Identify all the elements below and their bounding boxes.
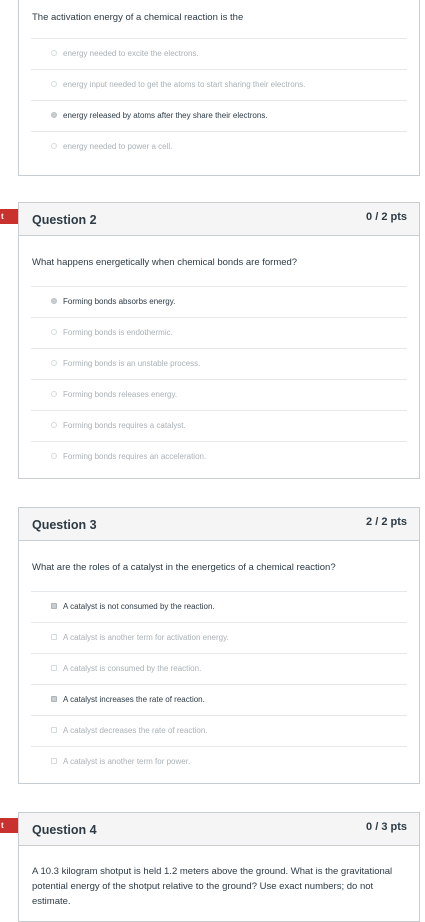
question-text: The activation energy of a chemical reac… [32, 12, 244, 23]
answer-label: Forming bonds requires a catalyst. [63, 421, 186, 430]
radio-button[interactable] [51, 81, 57, 87]
checkbox-checked[interactable] [51, 696, 57, 702]
question-points: 0 / 2 pts [366, 211, 407, 223]
answer-label: A catalyst is consumed by the reaction. [63, 664, 202, 673]
answer-label: A catalyst is another term for power. [63, 757, 191, 766]
radio-button[interactable] [51, 391, 57, 397]
radio-button[interactable] [51, 50, 57, 56]
answer-option[interactable]: A catalyst decreases the rate of reactio… [31, 715, 407, 746]
answer-option[interactable]: energy input needed to get the atoms to … [31, 69, 407, 100]
radio-button[interactable] [51, 453, 57, 459]
answer-label: energy needed to excite the electrons. [63, 49, 199, 58]
answer-label: Forming bonds releases energy. [63, 390, 178, 399]
answer-option[interactable]: energy released by atoms after they shar… [31, 100, 407, 131]
answer-option[interactable]: Forming bonds requires a catalyst. [31, 410, 407, 441]
radio-button[interactable] [51, 422, 57, 428]
radio-button-selected[interactable] [51, 298, 57, 304]
answer-option[interactable]: A catalyst increases the rate of reactio… [31, 684, 407, 715]
answer-label: A catalyst is not consumed by the reacti… [63, 602, 215, 611]
incorrect-flag: t [0, 209, 26, 224]
answer-label: A catalyst is another term for activatio… [63, 633, 229, 642]
checkbox[interactable] [51, 727, 57, 733]
checkbox[interactable] [51, 634, 57, 640]
answer-option[interactable]: A catalyst is another term for activatio… [31, 622, 407, 653]
answer-option[interactable]: Forming bonds is an unstable process. [31, 348, 407, 379]
question-text: What happens energetically when chemical… [32, 257, 298, 268]
answer-list: Forming bonds absorbs energy. Forming bo… [31, 286, 407, 472]
radio-button-selected[interactable] [51, 112, 57, 118]
answer-label: energy input needed to get the atoms to … [63, 80, 306, 89]
checkbox[interactable] [51, 665, 57, 671]
answer-option[interactable]: Forming bonds releases energy. [31, 379, 407, 410]
radio-button[interactable] [51, 360, 57, 366]
question-header: Question 2 0 / 2 pts [19, 203, 419, 236]
answer-option[interactable]: Forming bonds is endothermic. [31, 317, 407, 348]
question-text: A 10.3 kilogram shotput is held 1.2 mete… [32, 866, 393, 907]
answer-label: Forming bonds is endothermic. [63, 328, 173, 337]
answer-label: A catalyst increases the rate of reactio… [63, 695, 205, 704]
answer-option[interactable]: A catalyst is consumed by the reaction. [31, 653, 407, 684]
answer-option[interactable]: A catalyst is another term for power. [31, 746, 407, 777]
answer-option[interactable]: Forming bonds requires an acceleration. [31, 441, 407, 472]
question-title: Question 3 [32, 518, 97, 532]
answer-list: energy needed to excite the electrons. e… [31, 38, 407, 162]
radio-button[interactable] [51, 143, 57, 149]
question-1-card: The activation energy of a chemical reac… [18, 0, 420, 176]
question-header: Question 3 2 / 2 pts [19, 508, 419, 541]
answer-label: Forming bonds absorbs energy. [63, 297, 176, 306]
question-3-card: Question 3 2 / 2 pts What are the roles … [18, 507, 420, 784]
question-points: 0 / 3 pts [366, 821, 407, 833]
answer-option[interactable]: Forming bonds absorbs energy. [31, 286, 407, 317]
answer-label: energy needed to power a cell. [63, 142, 173, 151]
question-points: 2 / 2 pts [366, 516, 407, 528]
question-2-card: Question 2 0 / 2 pts What happens energe… [18, 202, 420, 479]
question-text: What are the roles of a catalyst in the … [32, 562, 336, 573]
answer-label: A catalyst decreases the rate of reactio… [63, 726, 208, 735]
question-title: Question 4 [32, 823, 97, 837]
checkbox[interactable] [51, 758, 57, 764]
radio-button[interactable] [51, 329, 57, 335]
answer-option[interactable]: energy needed to power a cell. [31, 131, 407, 162]
answer-list: A catalyst is not consumed by the reacti… [31, 591, 407, 777]
incorrect-flag: t [0, 818, 26, 833]
question-title: Question 2 [32, 213, 97, 227]
question-4-card: Question 4 0 / 3 pts A 10.3 kilogram sho… [18, 812, 420, 922]
answer-label: energy released by atoms after they shar… [63, 111, 268, 120]
checkbox-checked[interactable] [51, 603, 57, 609]
answer-label: Forming bonds is an unstable process. [63, 359, 201, 368]
answer-label: Forming bonds requires an acceleration. [63, 452, 207, 461]
question-header: Question 4 0 / 3 pts [19, 813, 419, 846]
answer-option[interactable]: A catalyst is not consumed by the reacti… [31, 591, 407, 622]
answer-option[interactable]: energy needed to excite the electrons. [31, 38, 407, 69]
